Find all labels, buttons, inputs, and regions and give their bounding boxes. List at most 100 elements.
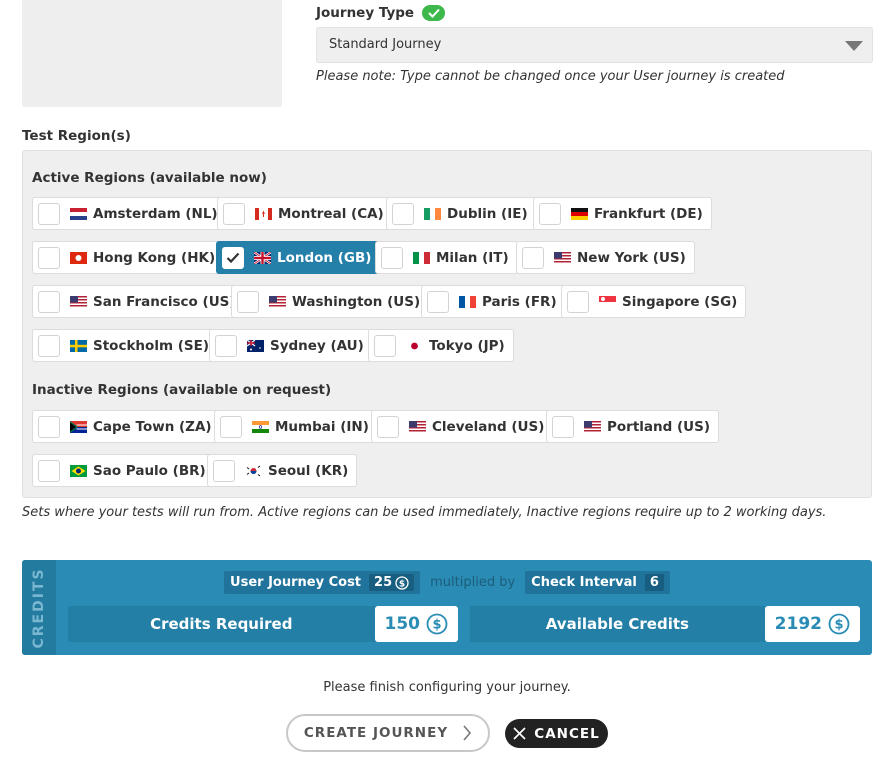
available-credits-label: Available Credits [545, 615, 689, 633]
region-option-san-francisco-us[interactable]: San Francisco (US) [32, 285, 245, 318]
region-option-stockholm-se[interactable]: Stockholm (SE) [32, 329, 218, 362]
region-label: Mumbai (IN) [275, 418, 369, 435]
multiplied-by-text: multiplied by [430, 575, 516, 590]
region-option-tokyo-jp[interactable]: Tokyo (JP) [368, 329, 514, 362]
journey-cost-value: 25 $ [369, 574, 415, 591]
journey-cost-label: User Journey Cost [230, 575, 362, 590]
active-regions-heading: Active Regions (available now) [32, 170, 267, 186]
coin-icon: $ [828, 613, 850, 635]
region-label: Cleveland (US) [432, 418, 545, 435]
region-label: Sydney (AU) [270, 337, 364, 354]
region-checkbox[interactable] [38, 459, 60, 482]
close-icon [513, 727, 526, 740]
region-checkbox[interactable] [223, 202, 245, 225]
region-option-portland-us[interactable]: Portland (US) [546, 410, 720, 443]
region-label: New York (US) [577, 249, 686, 266]
svg-text:$: $ [399, 579, 405, 589]
se-flag-icon [70, 339, 87, 352]
it-flag-icon [413, 251, 430, 264]
chevron-right-icon [463, 725, 472, 741]
region-option-milan-it[interactable]: Milan (IT) [375, 241, 518, 274]
fr-flag-icon [459, 295, 476, 308]
svg-text:$: $ [834, 618, 843, 633]
region-label: Montreal (CA) [278, 205, 384, 222]
region-option-seoul-kr[interactable]: Seoul (KR) [207, 454, 358, 487]
region-checkbox[interactable] [567, 290, 589, 313]
check-interval-label: Check Interval [531, 575, 637, 590]
region-label: Stockholm (SE) [93, 337, 209, 354]
region-checkbox[interactable] [215, 334, 237, 357]
credits-required-block: Credits Required 150 $ [68, 606, 458, 642]
finish-message: Please finish configuring your journey. [323, 680, 571, 695]
available-credits-value: 2192 $ [764, 606, 860, 642]
region-option-montreal-ca[interactable]: Montreal (CA) [217, 197, 393, 230]
region-label: Washington (US) [292, 293, 421, 310]
credits-required-label: Credits Required [150, 615, 293, 633]
us-flag-icon [70, 295, 87, 308]
available-credits-block: Available Credits 2192 $ [470, 606, 860, 642]
region-checkbox[interactable] [377, 415, 399, 438]
region-option-mumbai-in[interactable]: Mumbai (IN) [214, 410, 378, 443]
region-label: Dublin (IE) [447, 205, 528, 222]
cancel-button[interactable]: CANCEL [505, 719, 608, 748]
region-option-amsterdam-nl[interactable]: Amsterdam (NL) [32, 197, 227, 230]
test-regions-label: Test Region(s) [22, 128, 131, 144]
region-checkbox[interactable] [522, 246, 544, 269]
de-flag-icon [571, 207, 588, 220]
region-option-cleveland-us[interactable]: Cleveland (US) [371, 410, 554, 443]
region-checkbox[interactable] [222, 246, 244, 269]
region-label: Amsterdam (NL) [93, 205, 218, 222]
region-option-london-gb[interactable]: London (GB) [216, 241, 381, 274]
region-label: Portland (US) [607, 418, 711, 435]
journey-type-select[interactable]: Standard Journey [316, 27, 873, 63]
region-checkbox[interactable] [374, 334, 396, 357]
region-option-frankfurt-de[interactable]: Frankfurt (DE) [533, 197, 712, 230]
region-label: Sao Paulo (BR) [93, 462, 206, 479]
create-journey-button[interactable]: CREATE JOURNEY [286, 714, 490, 752]
sg-flag-icon [599, 295, 616, 308]
br-flag-icon [70, 464, 87, 477]
region-label: London (GB) [277, 249, 372, 266]
inactive-regions-heading: Inactive Regions (available on request) [32, 382, 332, 398]
region-checkbox[interactable] [38, 202, 60, 225]
region-checkbox[interactable] [38, 334, 60, 357]
region-checkbox[interactable] [392, 202, 414, 225]
region-checkbox[interactable] [552, 415, 574, 438]
us-flag-icon [554, 251, 571, 264]
us-flag-icon [409, 420, 426, 433]
hk-flag-icon [70, 251, 87, 264]
region-checkbox[interactable] [38, 290, 60, 313]
region-label: San Francisco (US) [93, 293, 236, 310]
region-label: Paris (FR) [482, 293, 557, 310]
check-interval-value: 6 [644, 574, 664, 591]
region-label: Singapore (SG) [622, 293, 738, 310]
jp-flag-icon [406, 339, 423, 352]
region-checkbox[interactable] [38, 246, 60, 269]
region-option-paris-fr[interactable]: Paris (FR) [421, 285, 566, 318]
region-option-singapore-sg[interactable]: Singapore (SG) [561, 285, 747, 318]
region-checkbox[interactable] [220, 415, 242, 438]
region-option-sao-paulo-br[interactable]: Sao Paulo (BR) [32, 454, 215, 487]
coin-icon: $ [426, 613, 448, 635]
region-option-dublin-ie[interactable]: Dublin (IE) [386, 197, 537, 230]
region-option-new-york-us[interactable]: New York (US) [516, 241, 695, 274]
svg-text:$: $ [432, 618, 441, 633]
region-label: Cape Town (ZA) [93, 418, 212, 435]
region-checkbox[interactable] [38, 415, 60, 438]
ie-flag-icon [424, 207, 441, 220]
region-label: Hong Kong (HK) [93, 249, 216, 266]
region-option-washington-us[interactable]: Washington (US) [231, 285, 430, 318]
kr-flag-icon [245, 464, 262, 477]
region-checkbox[interactable] [237, 290, 259, 313]
region-option-sydney-au[interactable]: Sydney (AU) [209, 329, 373, 362]
region-checkbox[interactable] [381, 246, 403, 269]
region-option-cape-town-za[interactable]: Cape Town (ZA) [32, 410, 221, 443]
region-option-hong-kong-hk[interactable]: Hong Kong (HK) [32, 241, 225, 274]
coin-icon: $ [395, 575, 409, 590]
create-journey-label: CREATE JOURNEY [303, 725, 449, 741]
region-checkbox[interactable] [213, 459, 235, 482]
region-checkbox[interactable] [427, 290, 449, 313]
region-checkbox[interactable] [539, 202, 561, 225]
gb-flag-icon [254, 251, 271, 264]
journey-cost-tag: User Journey Cost 25 $ [224, 571, 421, 594]
